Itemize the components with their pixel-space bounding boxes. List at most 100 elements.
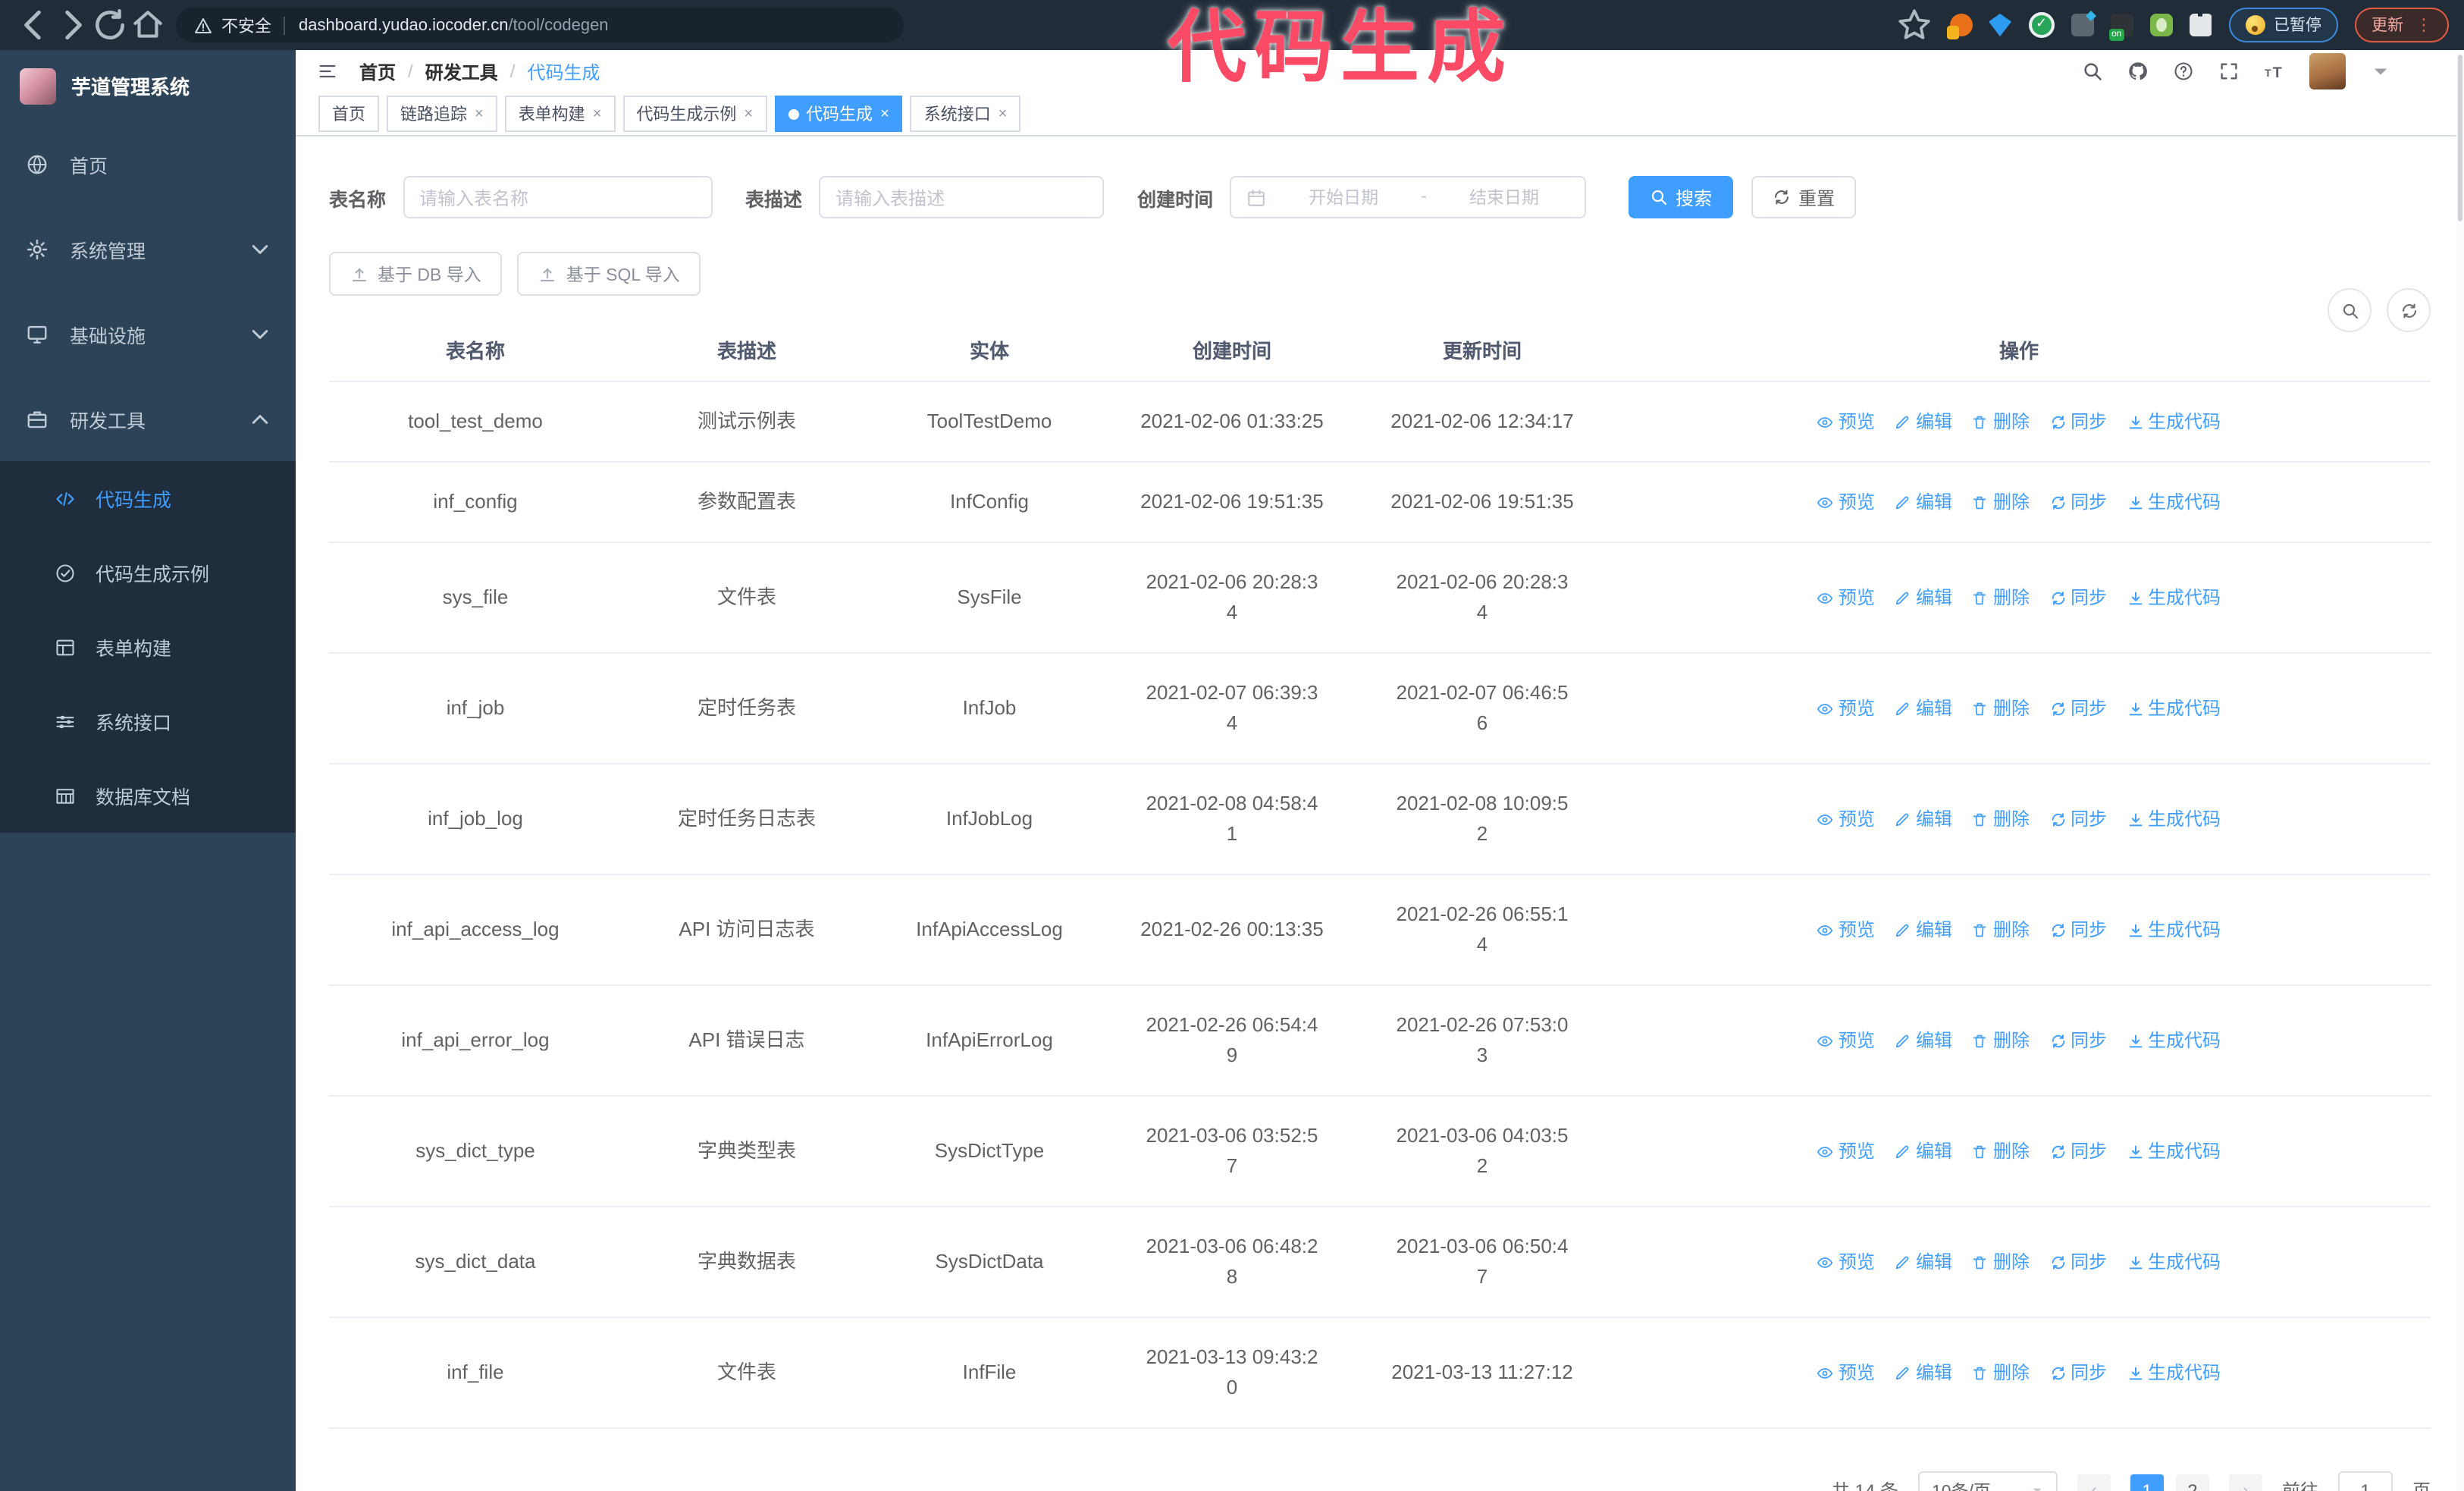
table-name-input[interactable]: 请输入表名称 [403, 176, 713, 218]
back-icon[interactable] [15, 6, 53, 44]
action-eye[interactable]: 预览 [1817, 582, 1875, 613]
action-edit[interactable]: 编辑 [1895, 1025, 1952, 1056]
action-edit[interactable]: 编辑 [1895, 582, 1952, 613]
action-eye[interactable]: 预览 [1817, 406, 1875, 437]
action-download[interactable]: 生成代码 [2127, 406, 2221, 437]
orange-circle-extension-icon[interactable] [1946, 14, 1972, 39]
action-sync[interactable]: 同步 [2049, 804, 2107, 834]
action-download[interactable]: 生成代码 [2127, 915, 2221, 945]
action-download[interactable]: 生成代码 [2127, 693, 2221, 724]
sidebar-item-2[interactable]: 基础设施 [0, 291, 296, 376]
action-delete[interactable]: 删除 [1972, 693, 2030, 724]
action-eye[interactable]: 预览 [1817, 1358, 1875, 1388]
action-download[interactable]: 生成代码 [2127, 1247, 2221, 1277]
tab-4[interactable]: 代码生成 × [774, 96, 903, 132]
breadcrumb-item[interactable]: 首页 [359, 58, 396, 84]
action-edit[interactable]: 编辑 [1895, 406, 1952, 437]
green-monkey-extension-icon[interactable] [2149, 14, 2172, 36]
tab-2[interactable]: 表单构建 × [504, 96, 616, 132]
close-icon[interactable]: × [998, 105, 1008, 122]
breadcrumb-item[interactable]: 代码生成 [527, 58, 600, 84]
sidebar-item-0[interactable]: 首页 [0, 121, 296, 206]
action-sync[interactable]: 同步 [2049, 693, 2107, 724]
action-delete[interactable]: 删除 [1972, 1136, 2030, 1166]
action-download[interactable]: 生成代码 [2127, 804, 2221, 834]
chevron-down-icon[interactable] [2370, 61, 2391, 82]
action-edit[interactable]: 编辑 [1895, 693, 1952, 724]
page-size-select[interactable]: 10条/页 [1917, 1471, 2058, 1491]
forward-icon[interactable] [53, 6, 91, 44]
db-import-button[interactable]: 基于 DB 导入 [329, 252, 503, 296]
sidebar-subitem-1[interactable]: 代码生成示例 [0, 535, 296, 610]
reset-button[interactable]: 重置 [1751, 176, 1857, 218]
update-button[interactable]: 更新 ⋮ [2355, 8, 2449, 42]
github-icon[interactable] [2127, 61, 2149, 82]
action-edit[interactable]: 编辑 [1895, 915, 1952, 945]
sidebar-item-1[interactable]: 系统管理 [0, 206, 296, 291]
action-delete[interactable]: 删除 [1972, 406, 2030, 437]
avatar[interactable] [2309, 53, 2346, 89]
green-check-extension-icon[interactable] [2028, 12, 2054, 38]
action-delete[interactable]: 删除 [1972, 487, 2030, 517]
tab-1[interactable]: 链路追踪 × [387, 96, 497, 132]
search-button[interactable]: 搜索 [1629, 176, 1734, 218]
action-edit[interactable]: 编辑 [1895, 1247, 1952, 1277]
hamburger-icon[interactable] [317, 61, 338, 82]
tab-3[interactable]: 代码生成示例 × [622, 96, 767, 132]
table-desc-input[interactable]: 请输入表描述 [819, 176, 1105, 218]
next-page-button[interactable]: › [2228, 1474, 2262, 1491]
action-delete[interactable]: 删除 [1972, 1247, 2030, 1277]
app-logo[interactable]: 芋道管理系统 [0, 50, 296, 121]
search-icon[interactable] [2082, 61, 2103, 82]
scrollbar[interactable] [2456, 50, 2464, 1491]
action-download[interactable]: 生成代码 [2127, 1025, 2221, 1056]
action-sync[interactable]: 同步 [2049, 1247, 2107, 1277]
grid-blue-extension-icon[interactable] [2071, 14, 2093, 36]
action-download[interactable]: 生成代码 [2127, 487, 2221, 517]
action-edit[interactable]: 编辑 [1895, 487, 1952, 517]
sql-import-button[interactable]: 基于 SQL 导入 [517, 252, 701, 296]
close-icon[interactable]: × [475, 105, 484, 122]
action-sync[interactable]: 同步 [2049, 1358, 2107, 1388]
date-range-picker[interactable]: 开始日期 - 结束日期 [1230, 176, 1587, 218]
sidebar-subitem-3[interactable]: 系统接口 [0, 684, 296, 758]
action-sync[interactable]: 同步 [2049, 406, 2107, 437]
sidebar-subitem-0[interactable]: 代码生成 [0, 461, 296, 535]
goto-page-input[interactable]: 1 [2337, 1471, 2393, 1491]
refresh-button[interactable] [2387, 288, 2431, 332]
action-eye[interactable]: 预览 [1817, 1025, 1875, 1056]
page-number-1[interactable]: 1 [2130, 1474, 2164, 1491]
paused-badge[interactable]: 已暂停 [2228, 8, 2338, 42]
action-sync[interactable]: 同步 [2049, 582, 2107, 613]
action-edit[interactable]: 编辑 [1895, 1358, 1952, 1388]
fullscreen-icon[interactable] [2218, 61, 2240, 82]
action-eye[interactable]: 预览 [1817, 693, 1875, 724]
action-sync[interactable]: 同步 [2049, 487, 2107, 517]
bookmark-star-icon[interactable] [1895, 6, 1933, 44]
page-number-2[interactable]: 2 [2175, 1474, 2209, 1491]
sidebar-subitem-4[interactable]: 数据库文档 [0, 758, 296, 833]
scrollbar-thumb[interactable] [2458, 55, 2462, 221]
breadcrumb-item[interactable]: 研发工具 [425, 58, 498, 84]
help-icon[interactable] [2173, 61, 2194, 82]
action-delete[interactable]: 删除 [1972, 1358, 2030, 1388]
reload-icon[interactable] [91, 6, 129, 44]
font-size-icon[interactable]: TT [2264, 61, 2285, 82]
action-delete[interactable]: 删除 [1972, 804, 2030, 834]
search-toggle-button[interactable] [2328, 288, 2372, 332]
close-icon[interactable]: × [593, 105, 602, 122]
action-eye[interactable]: 预览 [1817, 487, 1875, 517]
home-icon[interactable] [129, 6, 167, 44]
tab-0[interactable]: 首页 [318, 96, 379, 132]
action-delete[interactable]: 删除 [1972, 582, 2030, 613]
action-edit[interactable]: 编辑 [1895, 804, 1952, 834]
action-download[interactable]: 生成代码 [2127, 582, 2221, 613]
tab-5[interactable]: 系统接口 × [910, 96, 1021, 132]
blue-gem-extension-icon[interactable] [1989, 14, 2011, 36]
action-sync[interactable]: 同步 [2049, 915, 2107, 945]
address-bar[interactable]: 不安全 dashboard.yudao.iocoder.cn/tool/code… [176, 8, 904, 42]
action-eye[interactable]: 预览 [1817, 1136, 1875, 1166]
action-eye[interactable]: 预览 [1817, 915, 1875, 945]
action-eye[interactable]: 预览 [1817, 804, 1875, 834]
close-icon[interactable]: × [880, 105, 889, 122]
